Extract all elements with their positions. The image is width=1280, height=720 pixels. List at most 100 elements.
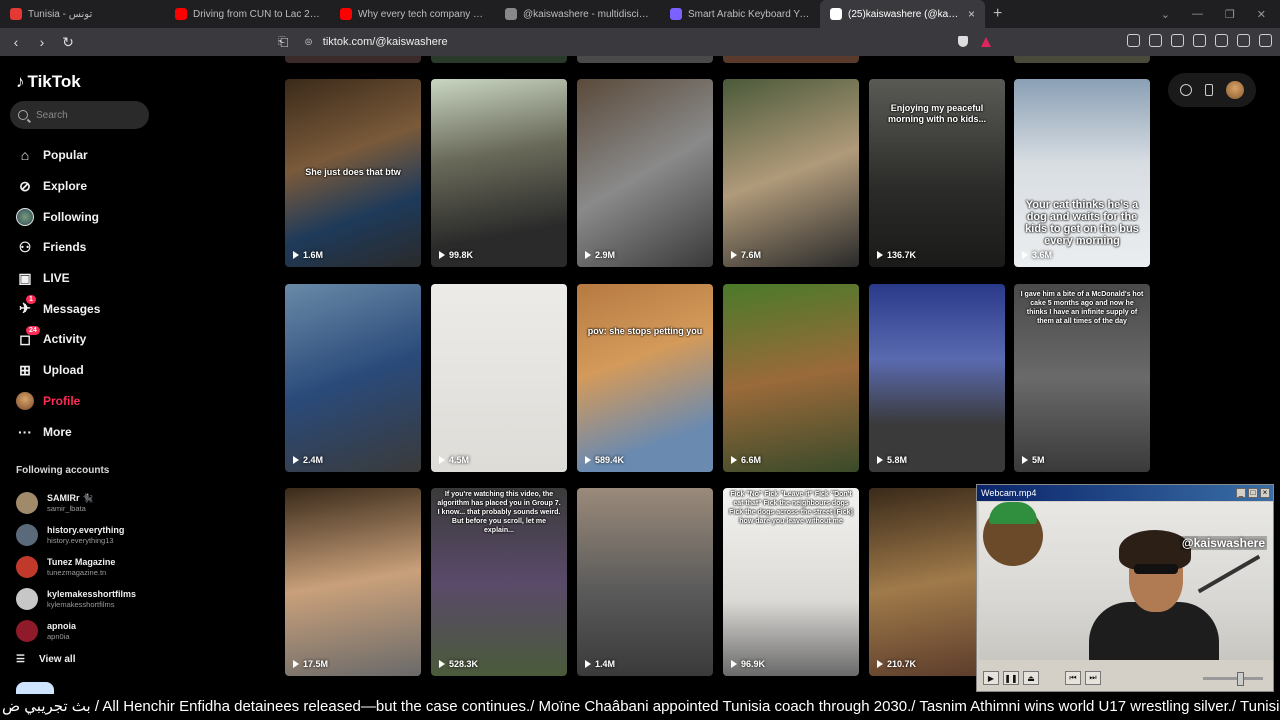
browser-tab[interactable]: Tunisia - تونس [0,0,165,28]
nav-item-friends[interactable]: ⚇ Friends [0,232,230,263]
play-count-icon [585,456,591,464]
user-avatar[interactable] [1225,81,1244,99]
close-window-icon[interactable]: ✕ [1257,8,1266,21]
video-card[interactable]: Enjoying my peaceful morning with no kid… [869,79,1005,267]
nav-item-more[interactable]: ··· More [0,416,230,447]
play-icon[interactable]: ▶ [983,671,999,685]
nav-item-upload[interactable]: ⊞ Upload [0,355,230,386]
play-count-icon [877,660,883,668]
view-count-text: 5M [1032,455,1045,465]
media-icon[interactable] [1149,34,1162,47]
video-card[interactable]: Your cat thinks he's a dog and waits for… [1014,79,1150,267]
nav-item-profile[interactable]: Profile [0,386,230,417]
close-icon[interactable]: × [1260,488,1270,498]
video-card[interactable]: 5.8M [869,284,1005,472]
webcam-player-window[interactable]: Webcam.mp4 _ □ × @kaiswashere ▶ ❚❚ ⏏ ⏮ ⏭ [976,484,1274,692]
minimize-window-icon[interactable]: — [1192,8,1203,21]
following-account[interactable]: kylemakesshortfilms kylemakesshortfilms [16,583,226,615]
nav-item-following[interactable]: Following [0,201,230,232]
leo-icon[interactable] [1215,34,1228,47]
nav-item-popular[interactable]: ⌂ Popular [0,140,230,171]
sidebar-icon[interactable] [1171,34,1184,47]
tab-list-icon[interactable]: ⌄ [1161,8,1170,21]
device-icon[interactable] [1204,84,1213,96]
tiktok-logo[interactable]: ♪ TikTok [16,72,81,92]
video-card[interactable]: Fick "No" Fick "Leave it" Fick "Don't ea… [723,488,859,676]
window-controls: ⌄ — ❐ ✕ [1161,8,1280,21]
webcam-video: @kaiswashere [979,502,1273,660]
nav-item-activity[interactable]: ◻ Activity 24 [0,324,230,355]
browser-tab[interactable]: (25)kaiswashere (@kaiswashere) × [820,0,985,28]
previous-icon[interactable]: ⏮ [1065,671,1081,685]
bookmark-icon[interactable]: ⎗ [278,34,288,50]
partial-video-top [431,56,567,63]
following-account[interactable]: history.everything history.everything13 [16,519,226,551]
video-card[interactable]: She just does that btw 1.6M [285,79,421,267]
webcam-titlebar[interactable]: Webcam.mp4 _ □ × [977,485,1273,501]
video-card[interactable]: 2.9M [577,79,713,267]
volume-slider[interactable] [1203,671,1263,686]
restore-window-icon[interactable]: ❐ [1225,8,1235,21]
following-avatar-icon [16,207,34,226]
new-tab-button[interactable]: + [985,5,1010,23]
vpn-icon[interactable] [1237,34,1250,47]
browser-tab[interactable]: Driving from CUN to Lac 2 | Sun... [165,0,330,28]
following-account[interactable]: Tunez Magazine tunezmagazine.tn [16,551,226,583]
browser-tab[interactable]: @kaiswashere - multidisciplinary dig [495,0,660,28]
view-count-text: 1.6M [303,250,324,260]
video-card[interactable]: 1.4M [577,488,713,676]
sunglasses [1134,564,1178,574]
video-card[interactable]: 2.4M [285,284,421,472]
view-count-text: 589.4K [595,455,625,465]
view-count-text: 210.7K [887,659,917,669]
maximize-icon[interactable]: □ [1248,488,1258,498]
brave-rewards-icon[interactable] [981,37,991,47]
browser-tab[interactable]: Why every tech company is hiring fo... [330,0,495,28]
following-account[interactable]: apnoia apn0ia [16,615,226,647]
url-field[interactable]: ⎗ ⊜ tiktok.com/@kaiswashere [278,28,978,56]
nav-item-live[interactable]: ▣ LIVE [0,263,230,294]
tab-close-icon[interactable]: × [968,7,975,21]
account-handle: samir_lbata [47,504,86,513]
forward-icon[interactable]: › [32,34,52,50]
browser-tab[interactable]: Smart Arabic Keyboard Yamli™ [660,0,820,28]
minimize-icon[interactable]: _ [1236,488,1246,498]
video-card[interactable]: pov: she stops petting you 589.4K [577,284,713,472]
eject-icon[interactable]: ⏏ [1023,671,1039,685]
site-info-icon[interactable]: ⊜ [304,37,312,48]
video-card[interactable]: If you're watching this video, the algor… [431,488,567,676]
video-card[interactable]: 6.6M [723,284,859,472]
wallet-icon[interactable] [1193,34,1206,47]
view-count: 528.3K [439,659,478,669]
view-all-button[interactable]: ☰ View all [16,654,75,665]
view-count: 2.4M [293,455,323,465]
account-name: apnoia [47,621,77,631]
account-avatar [16,620,38,642]
video-card[interactable]: 7.6M [723,79,859,267]
pause-icon[interactable]: ❚❚ [1003,671,1019,685]
video-card[interactable]: I gave him a bite of a McDonald's hot ca… [1014,284,1150,472]
nav-item-messages[interactable]: ✈ Messages 1 [0,293,230,324]
app-dock-icon[interactable] [16,682,54,694]
nav-item-explore[interactable]: ⊘ Explore [0,171,230,202]
menu-icon[interactable] [1259,34,1272,47]
tab-favicon-icon [670,8,682,20]
video-card[interactable]: 4.5M [431,284,567,472]
back-icon[interactable]: ‹ [6,34,26,50]
search-input[interactable]: Search [10,101,149,129]
tab-label: @kaiswashere - multidisciplinary dig [523,8,650,20]
extensions-icon[interactable] [1127,34,1140,47]
video-caption: I gave him a bite of a McDonald's hot ca… [1020,291,1144,325]
tab-favicon-icon [505,8,517,20]
next-icon[interactable]: ⏭ [1085,671,1101,685]
compass-icon[interactable] [1180,84,1193,96]
nav-label: More [43,424,72,439]
brave-shield-icon[interactable] [958,36,968,47]
account-handle: history.everything13 [47,536,114,545]
account-avatar [16,556,38,578]
account-name: kylemakesshortfilms [47,589,137,599]
reload-icon[interactable]: ↻ [58,34,78,51]
video-card[interactable]: 17.5M [285,488,421,676]
video-card[interactable]: 99.8K [431,79,567,267]
following-account[interactable]: SAMIRr 🐈‍⬛ samir_lbata [16,487,226,519]
